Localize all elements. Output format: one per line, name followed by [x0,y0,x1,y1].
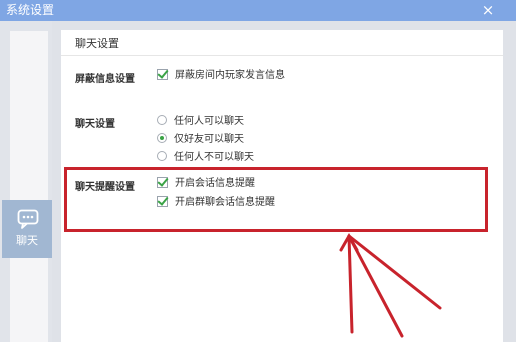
title-bar: 系统设置 × [0,0,516,21]
option-label: 开启会话信息提醒 [175,178,255,189]
option-label: 任何人可以聊天 [174,116,244,127]
option-label: 任何人不可以聊天 [174,152,254,163]
settings-panel: 聊天设置 屏蔽信息设置 屏蔽房间内玩家发言信息 聊天设置 任何人可以聊天 仅好友… [61,30,503,342]
sidebar-panel [10,31,48,342]
checkbox-checked-icon [157,174,169,188]
option-label: 屏蔽房间内玩家发言信息 [175,70,285,81]
window-body: 聊天 聊天设置 屏蔽信息设置 屏蔽房间内玩家发言信息 聊天设置 任何人可以聊天 … [0,21,516,342]
radio-unselected-icon [157,151,167,161]
option-label: 开启群聊会话信息提醒 [175,197,275,208]
chat-reminder-label: 聊天提醒设置 [75,182,135,193]
radio-anyone-can-chat[interactable]: 任何人可以聊天 [157,115,244,129]
sidebar-item-chat[interactable]: 聊天 [2,200,52,258]
radio-unselected-icon [157,115,167,125]
close-button[interactable]: × [480,2,496,18]
block-info-label: 屏蔽信息设置 [75,74,135,85]
checkbox-checked-icon [157,66,169,80]
group-reminder-checkbox[interactable]: 开启群聊会话信息提醒 [157,193,275,210]
chat-bubble-icon [17,209,39,229]
sidebar-item-label: 聊天 [16,234,38,247]
checkbox-checked-icon [157,193,169,207]
page-title: 聊天设置 [75,37,119,50]
sidebar: 聊天 [0,21,52,342]
radio-selected-icon [157,133,167,143]
window-title: 系统设置 [6,3,55,17]
radio-friends-only-chat[interactable]: 仅好友可以聊天 [157,133,244,147]
option-label: 仅好友可以聊天 [174,134,244,145]
panel-header: 聊天设置 [61,30,503,56]
radio-nobody-can-chat[interactable]: 任何人不可以聊天 [157,151,254,165]
block-room-messages-checkbox[interactable]: 屏蔽房间内玩家发言信息 [157,66,285,83]
session-reminder-checkbox[interactable]: 开启会话信息提醒 [157,174,255,191]
chat-settings-label: 聊天设置 [75,119,115,130]
